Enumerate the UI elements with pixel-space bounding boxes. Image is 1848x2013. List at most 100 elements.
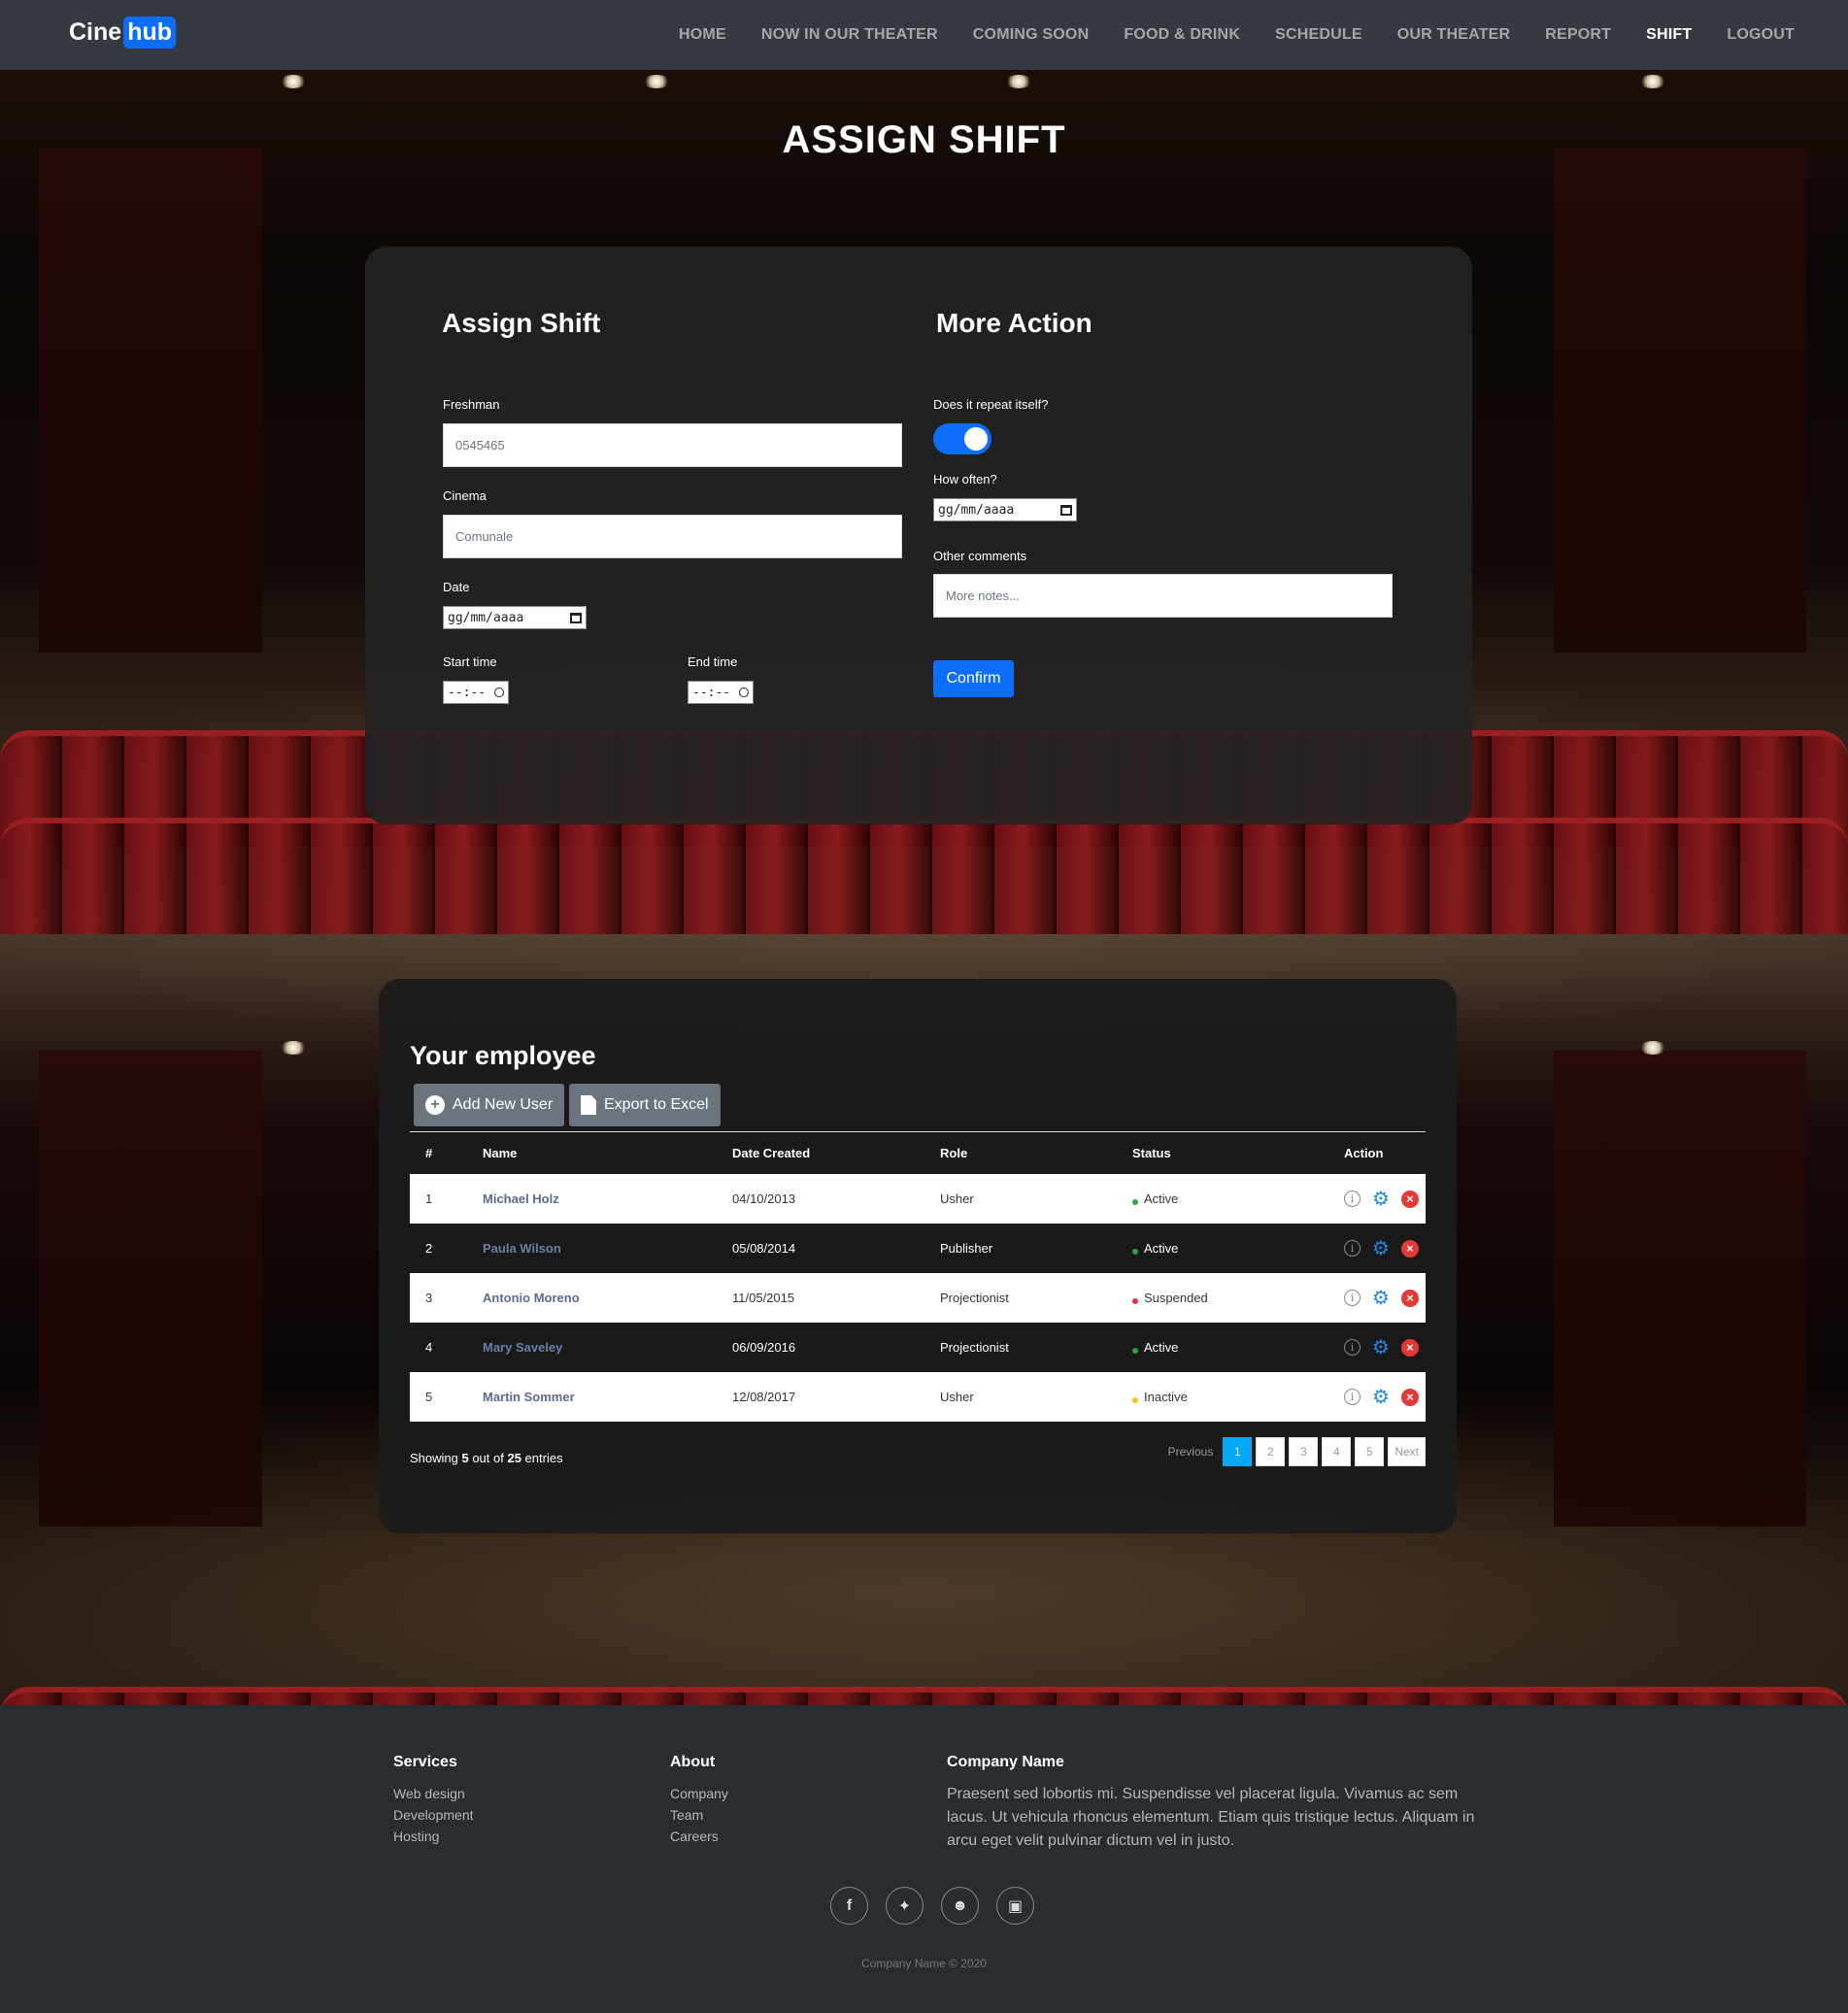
about-list: Company Team Careers bbox=[670, 1783, 728, 1847]
toggle-knob bbox=[964, 427, 988, 451]
pager-previous[interactable]: Previous bbox=[1162, 1437, 1220, 1466]
pager-page-1[interactable]: 1 bbox=[1223, 1437, 1253, 1466]
comments-input[interactable]: More notes... bbox=[933, 574, 1393, 618]
footer-link[interactable]: Web design bbox=[393, 1783, 474, 1804]
table-row: 3 Antonio Moreno 11/05/2015 Projectionist Su… bbox=[410, 1273, 1426, 1323]
nav-food-drink[interactable]: FOOD & DRINK bbox=[1124, 26, 1240, 44]
row-status: Active bbox=[1132, 1191, 1344, 1206]
brand-part1: Cine bbox=[69, 18, 122, 46]
calendar-icon[interactable] bbox=[570, 612, 582, 623]
date-label: Date bbox=[443, 580, 470, 594]
nav-coming-soon[interactable]: COMING SOON bbox=[973, 26, 1090, 44]
gear-icon[interactable]: ⚙ bbox=[1372, 1289, 1390, 1308]
footer-link[interactable]: Development bbox=[393, 1804, 474, 1826]
pager-next[interactable]: Next bbox=[1388, 1437, 1426, 1466]
status-dot bbox=[1132, 1198, 1138, 1205]
brand-part2: hub bbox=[123, 17, 177, 49]
snapchat-icon[interactable]: ☻ bbox=[941, 1887, 979, 1925]
theater-background: ASSIGN SHIFT Assign Shift More Action Fr… bbox=[0, 70, 1848, 1705]
pager-page-3[interactable]: 3 bbox=[1289, 1437, 1319, 1466]
pager-page-2[interactable]: 2 bbox=[1256, 1437, 1286, 1466]
footer-link[interactable]: Company bbox=[670, 1783, 728, 1804]
employee-name-link[interactable]: Antonio Moreno bbox=[483, 1291, 580, 1305]
clock-icon[interactable] bbox=[494, 688, 504, 697]
info-icon[interactable]: i bbox=[1344, 1339, 1361, 1356]
footer-link[interactable]: Hosting bbox=[393, 1826, 474, 1847]
instagram-icon[interactable]: ▣ bbox=[996, 1887, 1034, 1925]
curtain-left-2 bbox=[39, 1051, 262, 1527]
gear-icon[interactable]: ⚙ bbox=[1372, 1338, 1390, 1358]
nav-now-in-our-theater[interactable]: NOW IN OUR THEATER bbox=[761, 26, 938, 44]
footer-company: Company Name Praesent sed lobortis mi. S… bbox=[947, 1754, 1481, 1853]
calendar-icon[interactable] bbox=[1060, 504, 1072, 516]
employee-name-link[interactable]: Michael Holz bbox=[483, 1191, 559, 1206]
row-num: 1 bbox=[425, 1191, 433, 1206]
gear-icon[interactable]: ⚙ bbox=[1372, 1239, 1390, 1258]
info-icon[interactable]: i bbox=[1344, 1240, 1361, 1257]
info-icon[interactable]: i bbox=[1344, 1191, 1361, 1207]
delete-icon[interactable]: × bbox=[1400, 1388, 1419, 1406]
delete-icon[interactable]: × bbox=[1400, 1239, 1419, 1258]
add-user-button[interactable]: + Add New User bbox=[414, 1084, 565, 1126]
showing-suffix: entries bbox=[521, 1451, 563, 1465]
pagination: Previous 1 2 3 4 5 Next bbox=[1162, 1437, 1426, 1466]
nav-shift[interactable]: SHIFT bbox=[1646, 26, 1692, 44]
copyright: Company Name © 2020 bbox=[861, 1957, 987, 1970]
delete-icon[interactable]: × bbox=[1400, 1190, 1419, 1208]
footer: Services Web design Development Hosting Ab… bbox=[0, 1705, 1848, 2013]
date-input[interactable]: gg/mm/aaaa bbox=[443, 606, 587, 629]
curtain-left bbox=[39, 148, 262, 653]
nav-logout[interactable]: LOGOUT bbox=[1727, 26, 1795, 44]
spotlight bbox=[280, 1041, 307, 1055]
table-row: 4 Mary Saveley 06/09/2016 Projectionist Acti… bbox=[410, 1323, 1426, 1372]
gear-icon[interactable]: ⚙ bbox=[1372, 1190, 1390, 1209]
gear-icon[interactable]: ⚙ bbox=[1372, 1388, 1390, 1407]
export-excel-button[interactable]: Export to Excel bbox=[569, 1084, 721, 1126]
nav-schedule[interactable]: SCHEDULE bbox=[1275, 26, 1362, 44]
info-icon[interactable]: i bbox=[1344, 1389, 1361, 1405]
end-time-input[interactable]: --:-- bbox=[688, 681, 754, 704]
status-text: Active bbox=[1144, 1191, 1179, 1206]
plus-icon: + bbox=[425, 1095, 445, 1115]
start-time-input[interactable]: --:-- bbox=[443, 681, 509, 704]
pager-page-5[interactable]: 5 bbox=[1355, 1437, 1385, 1466]
pager-page-4[interactable]: 4 bbox=[1322, 1437, 1352, 1466]
footer-services: Services Web design Development Hosting bbox=[393, 1754, 474, 1847]
confirm-button[interactable]: Confirm bbox=[933, 660, 1014, 697]
freshman-input[interactable]: 0545465 bbox=[443, 423, 902, 467]
row-actions: i ⚙ × bbox=[1344, 1239, 1426, 1258]
table-row: 5 Martin Sommer 12/08/2017 Usher Inactive i ⚙ × bbox=[410, 1372, 1426, 1422]
col-num: # bbox=[425, 1146, 433, 1160]
spotlight bbox=[1639, 1041, 1666, 1055]
employee-name-link[interactable]: Martin Sommer bbox=[483, 1390, 575, 1404]
row-actions: i ⚙ × bbox=[1344, 1338, 1426, 1358]
nav-home[interactable]: HOME bbox=[679, 26, 726, 44]
brand-logo[interactable]: Cine hub bbox=[69, 17, 177, 49]
cinema-input[interactable]: Comunale bbox=[443, 515, 902, 558]
nav-report[interactable]: REPORT bbox=[1545, 26, 1611, 44]
employee-card: Your employee + Add New User Export to E… bbox=[379, 979, 1457, 1533]
services-list: Web design Development Hosting bbox=[393, 1783, 474, 1847]
delete-icon[interactable]: × bbox=[1400, 1338, 1419, 1357]
clock-icon[interactable] bbox=[739, 688, 749, 697]
how-often-input[interactable]: gg/mm/aaaa bbox=[933, 498, 1077, 521]
delete-icon[interactable]: × bbox=[1400, 1289, 1419, 1307]
repeat-toggle[interactable] bbox=[933, 423, 991, 454]
add-user-label: Add New User bbox=[453, 1096, 554, 1113]
repeat-label: Does it repeat itself? bbox=[933, 397, 1049, 412]
more-action-title: More Action bbox=[936, 308, 1092, 338]
start-time-value: --:-- bbox=[448, 685, 487, 700]
footer-link[interactable]: Careers bbox=[670, 1826, 728, 1847]
showing-entries: Showing 5 out of 25 entries bbox=[410, 1451, 563, 1465]
employee-name-link[interactable]: Mary Saveley bbox=[483, 1340, 562, 1355]
employee-name-link[interactable]: Paula Wilson bbox=[483, 1241, 561, 1256]
facebook-icon[interactable]: f bbox=[830, 1887, 868, 1925]
info-icon[interactable]: i bbox=[1344, 1290, 1361, 1306]
footer-link[interactable]: Team bbox=[670, 1804, 728, 1826]
cinema-label: Cinema bbox=[443, 488, 487, 503]
row-actions: i ⚙ × bbox=[1344, 1190, 1426, 1209]
twitter-icon[interactable]: ✦ bbox=[886, 1887, 924, 1925]
nav-our-theater[interactable]: OUR THEATER bbox=[1397, 26, 1511, 44]
row-status: Active bbox=[1132, 1241, 1344, 1256]
navbar: Cine hub HOME NOW IN OUR THEATER COMING SO… bbox=[0, 0, 1848, 70]
